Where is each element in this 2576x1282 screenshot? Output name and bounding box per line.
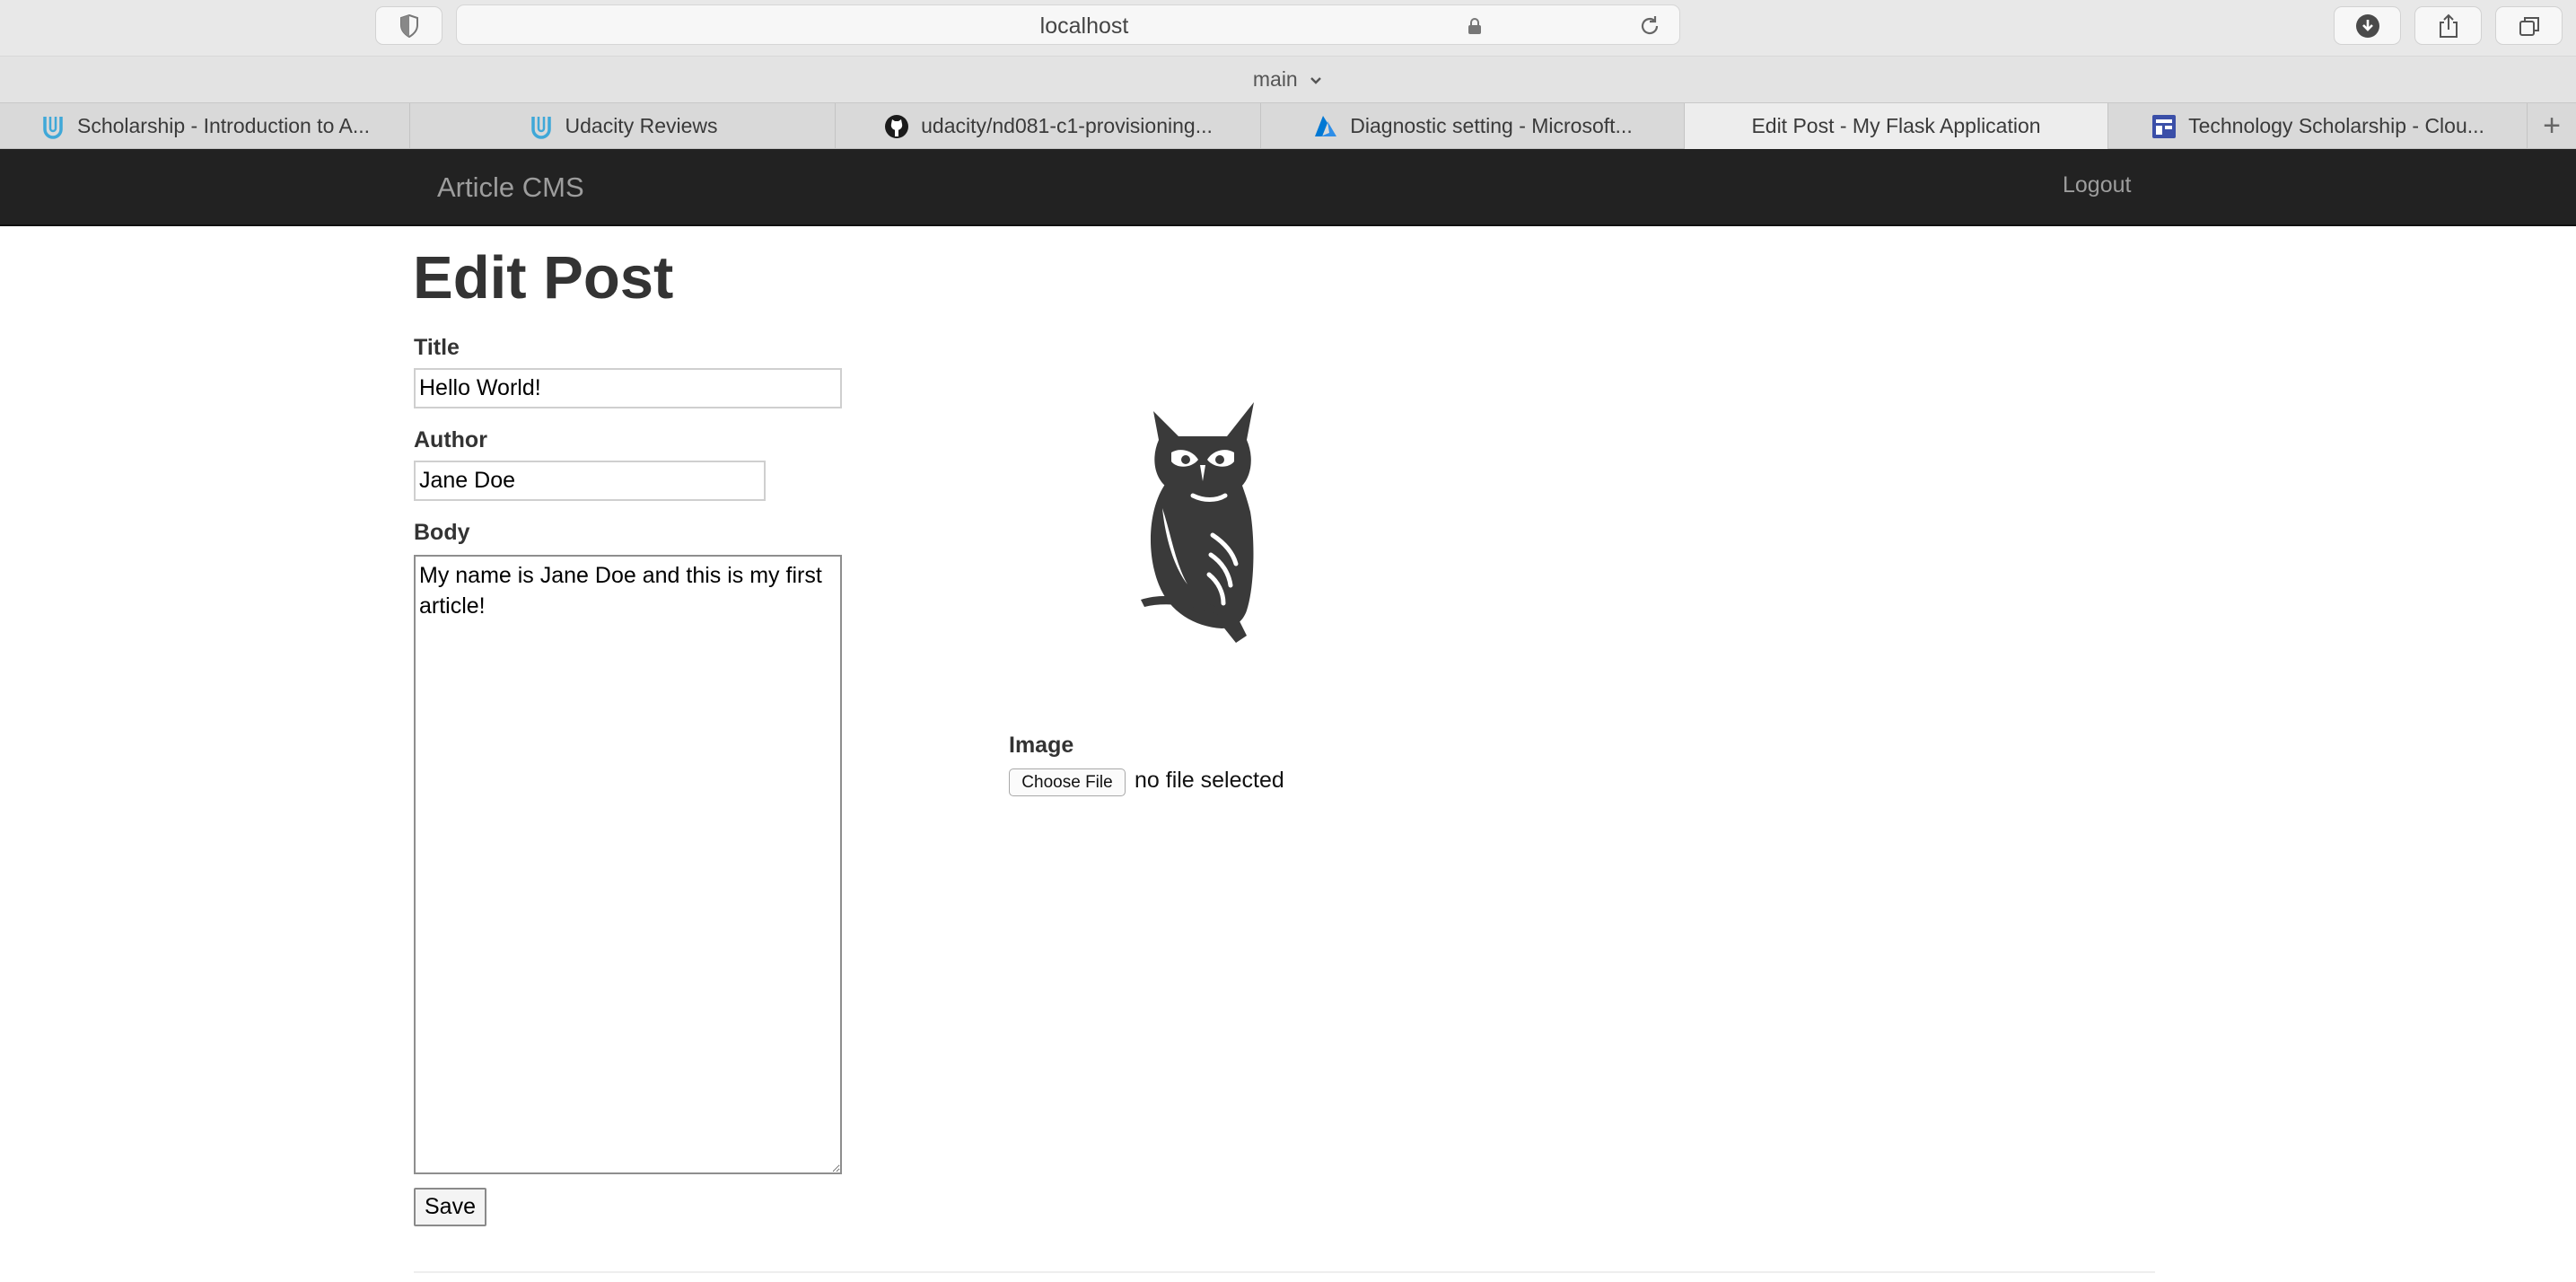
app-navbar: Article CMS Logout xyxy=(0,149,2576,226)
downloads-button[interactable] xyxy=(2334,6,2401,45)
reload-icon[interactable] xyxy=(1638,14,1661,38)
tab-github-repo[interactable]: udacity/nd081-c1-provisioning... xyxy=(836,103,1261,149)
share-button[interactable] xyxy=(2414,6,2482,45)
github-icon xyxy=(885,114,909,138)
chevron-down-icon xyxy=(1310,77,1321,84)
author-label: Author xyxy=(414,427,487,452)
tab-label: Diagnostic setting - Microsoft... xyxy=(1350,114,1633,137)
tab-label: udacity/nd081-c1-provisioning... xyxy=(921,114,1213,137)
browser-toolbar: localhost xyxy=(0,0,2576,56)
brand-link[interactable]: Article CMS xyxy=(437,171,584,204)
body-label: Body xyxy=(414,520,470,545)
footer-divider xyxy=(414,1271,2155,1273)
file-status-text: no file selected xyxy=(1135,768,1284,793)
logout-link[interactable]: Logout xyxy=(2063,172,2131,198)
azure-icon xyxy=(1315,115,1337,136)
save-button[interactable]: Save xyxy=(414,1188,486,1226)
body-textarea[interactable] xyxy=(414,555,842,1174)
share-icon xyxy=(2439,13,2458,38)
plus-icon: + xyxy=(2543,109,2561,143)
tab-overview-icon xyxy=(2519,16,2539,36)
image-label: Image xyxy=(1009,733,1074,758)
address-bar[interactable]: localhost xyxy=(456,4,1680,45)
udacity-icon xyxy=(43,116,63,139)
tab-diagnostic-setting[interactable]: Diagnostic setting - Microsoft... xyxy=(1261,103,1685,149)
page-layout-icon xyxy=(2152,114,2177,138)
shield-icon xyxy=(399,13,418,38)
page-title: Edit Post xyxy=(413,244,674,312)
tab-udacity-reviews[interactable]: Udacity Reviews xyxy=(410,103,836,149)
tab-overview-button[interactable] xyxy=(2495,6,2563,45)
tab-scholarship-intro[interactable]: Scholarship - Introduction to A... xyxy=(0,103,410,149)
tab-group-selector[interactable]: main xyxy=(0,67,2576,92)
url-text: localhost xyxy=(1039,13,1129,39)
tab-technology-scholarship[interactable]: Technology Scholarship - Clou... xyxy=(2108,103,2528,149)
tab-label: Udacity Reviews xyxy=(565,114,718,137)
tab-group-bar: main xyxy=(0,56,2576,103)
tab-edit-post[interactable]: Edit Post - My Flask Application xyxy=(1685,103,2108,149)
owl-image xyxy=(1141,402,1254,643)
choose-file-button[interactable]: Choose File xyxy=(1009,768,1126,796)
tab-bar: Scholarship - Introduction to A... Udaci… xyxy=(0,102,2576,149)
tab-label: Scholarship - Introduction to A... xyxy=(76,114,370,137)
udacity-icon xyxy=(530,116,551,139)
download-icon xyxy=(2355,13,2379,38)
new-tab-button[interactable]: + xyxy=(2528,103,2576,149)
privacy-shield-button[interactable] xyxy=(375,6,442,45)
author-input[interactable] xyxy=(414,461,766,501)
tab-label: Technology Scholarship - Clou... xyxy=(2188,114,2484,137)
tab-group-name: main xyxy=(1252,67,1298,91)
title-label: Title xyxy=(414,335,460,360)
tab-label: Edit Post - My Flask Application xyxy=(1751,114,2041,137)
title-input[interactable] xyxy=(414,368,842,408)
